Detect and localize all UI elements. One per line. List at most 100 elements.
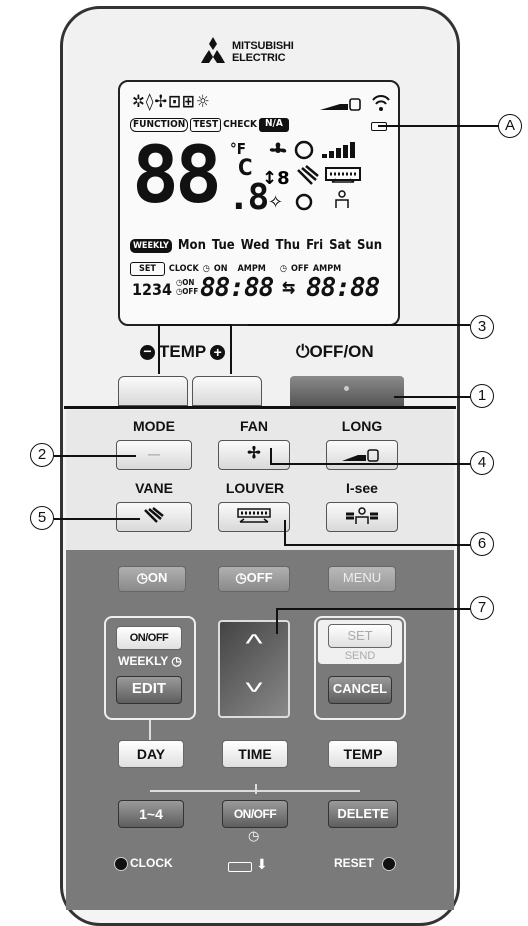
callout-4: 4 — [470, 451, 494, 475]
timer-icon: ◷ — [248, 828, 260, 843]
brand-line2: ELECTRIC — [232, 52, 286, 64]
day-thu: Thu — [275, 238, 301, 253]
fan-icon: ✢ — [247, 445, 261, 462]
brand-name: MITSUBISHI ELECTRIC — [232, 40, 294, 64]
callout-6: 6 — [470, 532, 494, 556]
callout-6-drop — [284, 520, 286, 544]
callout-2: 2 — [30, 443, 54, 467]
range-button[interactable]: 1~4 — [118, 800, 184, 828]
callout-7: 7 — [470, 596, 494, 620]
clock-icon: ⊡ — [168, 92, 183, 112]
clock-reset-hole[interactable] — [114, 857, 128, 871]
mitsubishi-logo-icon — [201, 37, 225, 63]
callout-7-line — [276, 608, 470, 610]
weekly-onoff-button[interactable]: ON/OFF — [116, 626, 182, 650]
weekly-label: WEEKLY ◷ — [118, 654, 182, 668]
callout-4-drop — [270, 448, 272, 464]
battery-icon — [228, 862, 252, 872]
vane-button[interactable] — [116, 502, 192, 532]
callout-3-join — [158, 324, 230, 326]
lcd-mode-icons: ✲◊✢⊡⊞☼ — [132, 92, 211, 112]
lcd-days-row: WEEKLY Mon Tue Wed Thu Fri Sat Sun — [130, 238, 382, 253]
check-label: CHECK — [223, 119, 258, 130]
timer-on-button[interactable]: ◷ON — [118, 566, 186, 592]
connector-tick — [255, 784, 257, 794]
up-down-button[interactable]: ^ ^ — [218, 620, 290, 718]
vane-label: VANE — [135, 480, 173, 496]
day-sun: Sun — [356, 238, 383, 253]
plus-icon: + — [210, 344, 226, 360]
power-button[interactable] — [290, 376, 404, 406]
divider-line — [64, 406, 456, 409]
time-display-1: 88:88 — [200, 273, 274, 303]
long-airflow-icon — [342, 449, 379, 462]
lcd-status-icons: ↕8 ✧ — [262, 140, 361, 213]
day-button[interactable]: DAY — [118, 740, 184, 768]
louver-button[interactable] — [218, 502, 290, 532]
power-icon: ⏻ — [296, 342, 310, 361]
isee-button[interactable] — [326, 502, 398, 532]
unit-c: C — [238, 156, 253, 181]
long-label: LONG — [341, 418, 383, 434]
function-label: FUNCTION — [130, 118, 189, 132]
reset-label: RESET — [334, 856, 375, 870]
connector — [149, 720, 151, 740]
timer-icon: ⊞ — [182, 92, 196, 112]
callout-3: 3 — [470, 315, 494, 339]
long-button[interactable] — [326, 440, 398, 470]
set-label: SET — [130, 262, 165, 276]
minus-icon: − — [140, 344, 155, 360]
fan-speed-icon — [269, 140, 355, 160]
callout-2-line — [54, 455, 136, 457]
chevron-up-icon: ^ — [245, 628, 263, 658]
isee-sensor-icon — [346, 507, 378, 524]
callout-5-line — [54, 518, 140, 520]
temp-label: TEMP — [159, 342, 207, 361]
offon-label-group: ⏻OFF/ON — [296, 342, 374, 362]
onoff-button[interactable]: ON/OFF — [222, 800, 288, 828]
clock-off-icon: ◷ — [279, 264, 287, 274]
delete-button[interactable]: DELETE — [328, 800, 398, 828]
fan-icon: ✢ — [154, 92, 169, 112]
fan-label: FAN — [240, 418, 268, 434]
lcd-label-row: FUNCTION TEST CHECK N/A — [130, 118, 289, 132]
clock-label: CLOCK — [168, 264, 199, 274]
callout-3-drop-right — [230, 324, 232, 374]
time-display-2: 88:88 — [306, 273, 380, 303]
send-label: SEND — [344, 650, 376, 662]
power-led — [344, 386, 349, 391]
vane-icon — [144, 507, 164, 523]
chevron-down-icon: ^ — [245, 668, 263, 698]
timer-off-button[interactable]: ◷OFF — [218, 566, 290, 592]
temperature-digits: 88 — [132, 131, 222, 221]
louver-label: LOUVER — [225, 480, 285, 496]
temp-label-group: − TEMP + — [140, 342, 226, 362]
callout-6-line — [284, 544, 470, 546]
cancel-button[interactable]: CANCEL — [328, 676, 392, 704]
na-label: N/A — [259, 118, 289, 132]
offon-label: OFF/ON — [309, 342, 374, 361]
weekly-label: WEEKLY — [130, 238, 172, 253]
day-wed: Wed — [240, 238, 270, 253]
fan-button[interactable]: ✢ — [218, 440, 290, 470]
day-sat: Sat — [329, 238, 351, 253]
svg-text:✧: ✧ — [268, 192, 283, 213]
callout-4-line — [270, 463, 470, 465]
mode-label: MODE — [133, 418, 175, 434]
edit-button[interactable]: EDIT — [116, 676, 182, 704]
temp-down-button[interactable] — [118, 376, 188, 406]
louver-icon — [237, 508, 271, 523]
sun-icon: ☼ — [195, 92, 211, 112]
callout-5: 5 — [30, 506, 54, 530]
lcd-long-wifi-icons — [320, 95, 390, 111]
reset-hole[interactable] — [382, 857, 396, 871]
temp-button[interactable]: TEMP — [328, 740, 398, 768]
set-button[interactable]: SET — [328, 624, 392, 648]
time-button[interactable]: TIME — [222, 740, 288, 768]
temp-up-button[interactable] — [192, 376, 262, 406]
arrow-down-icon: ⬇ — [256, 856, 268, 872]
callout-3-drop-left — [158, 324, 160, 374]
callout-1-line — [394, 396, 470, 398]
program-numbers: 1234 — [132, 280, 173, 299]
menu-button[interactable]: MENU — [328, 566, 396, 592]
